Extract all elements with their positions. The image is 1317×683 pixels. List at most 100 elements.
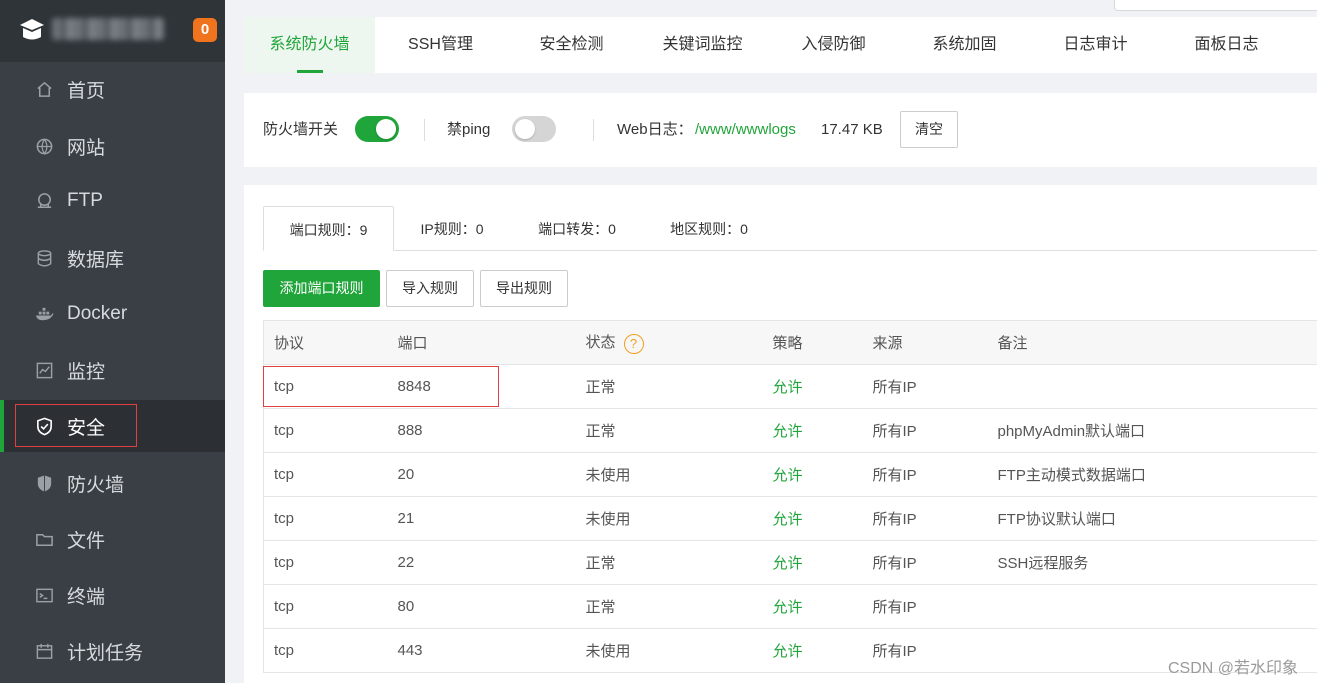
table-row[interactable]: tcp 22 正常 允许 所有IP SSH远程服务 bbox=[263, 540, 1317, 585]
sidebar-item-security[interactable]: 安全 bbox=[0, 400, 225, 452]
sidebar-item-monitor[interactable]: 监控 bbox=[0, 344, 225, 396]
sidebar-item-website[interactable]: 网站 bbox=[0, 120, 225, 172]
port-rules-table: 协议 端口 状态? 策略 来源 备注 tcp 8848 正常 允许 所有IP tcp 888… bbox=[263, 320, 1317, 673]
sidebar-item-label: 数据库 bbox=[67, 249, 125, 271]
port-cell: 80 bbox=[387, 584, 576, 629]
port-cell: 22 bbox=[387, 540, 576, 585]
sidebar-item-cron[interactable]: 计划任务 bbox=[0, 625, 225, 677]
policy-cell: 允许 bbox=[762, 364, 863, 409]
col-remark: 备注 bbox=[987, 320, 1317, 365]
tab-ssh[interactable]: SSH管理 bbox=[375, 17, 506, 73]
status-cell: 正常 bbox=[575, 408, 763, 453]
tab-keyword-monitor[interactable]: 关键词监控 bbox=[637, 17, 768, 73]
sidebar-item-files[interactable]: 文件 bbox=[0, 513, 225, 565]
port-cell: 443 bbox=[387, 628, 576, 673]
status-cell: 未使用 bbox=[575, 452, 763, 497]
shield-check-icon bbox=[34, 416, 54, 436]
protocol-cell: tcp bbox=[263, 540, 388, 585]
firewall-toggle[interactable] bbox=[355, 116, 399, 142]
source-cell: 所有IP bbox=[862, 628, 988, 673]
port-cell: 20 bbox=[387, 452, 576, 497]
sidebar-item-home[interactable]: 首页 bbox=[0, 63, 225, 115]
policy-cell: 允许 bbox=[762, 540, 863, 585]
clear-log-button[interactable]: 清空 bbox=[900, 111, 958, 148]
port-cell: 888 bbox=[387, 408, 576, 453]
sidebar-header: 0 bbox=[0, 0, 225, 62]
tab-system-firewall[interactable]: 系统防火墙 bbox=[244, 17, 375, 73]
notification-badge[interactable]: 0 bbox=[193, 18, 217, 42]
docker-icon bbox=[34, 304, 54, 324]
import-rules-button[interactable]: 导入规则 bbox=[386, 270, 474, 307]
tab-security-scan[interactable]: 安全检测 bbox=[506, 17, 637, 73]
firewall-shield-icon bbox=[34, 473, 54, 493]
sidebar-item-label: Docker bbox=[67, 303, 128, 324]
home-icon bbox=[34, 79, 54, 99]
help-icon[interactable]: ? bbox=[623, 333, 644, 354]
tab-panel-log[interactable]: 面板日志 bbox=[1161, 17, 1292, 73]
watermark: CSDN @若水印象 bbox=[1168, 660, 1299, 677]
sidebar-item-label: 监控 bbox=[67, 361, 106, 383]
table-row[interactable]: tcp 20 未使用 允许 所有IP FTP主动模式数据端口 bbox=[263, 452, 1317, 497]
sidebar: 0 首页 网站 FTP 数据库 Docker 监控 安全 防火墙 文件 终端 计… bbox=[0, 0, 225, 683]
tab-log-audit[interactable]: 日志审计 bbox=[1030, 17, 1161, 73]
add-port-rule-button[interactable]: 添加端口规则 bbox=[263, 270, 380, 307]
protocol-cell: tcp bbox=[263, 628, 388, 673]
sidebar-item-firewall[interactable]: 防火墙 bbox=[0, 457, 225, 509]
policy-cell: 允许 bbox=[762, 452, 863, 497]
source-cell: 所有IP bbox=[862, 540, 988, 585]
toggle-knob bbox=[376, 119, 396, 139]
protocol-cell: tcp bbox=[263, 452, 388, 497]
sidebar-item-label: 防火墙 bbox=[67, 474, 125, 496]
protocol-cell: tcp bbox=[263, 584, 388, 629]
col-source: 来源 bbox=[862, 320, 988, 365]
sidebar-item-label: FTP bbox=[67, 190, 103, 211]
table-body: tcp 8848 正常 允许 所有IP tcp 888 正常 允许 所有IP phpMyAdmin默… bbox=[263, 364, 1317, 673]
monitor-icon bbox=[34, 360, 54, 380]
col-status: 状态? bbox=[575, 320, 763, 365]
policy-cell: 允许 bbox=[762, 584, 863, 629]
subtab-port-forward[interactable]: 端口转发：0 bbox=[522, 206, 632, 251]
port-cell: 8848 bbox=[387, 364, 576, 409]
ping-toggle[interactable] bbox=[512, 116, 556, 142]
status-cell: 正常 bbox=[575, 540, 763, 585]
col-protocol: 协议 bbox=[263, 320, 388, 365]
subtab-port-rules[interactable]: 端口规则：9 bbox=[263, 206, 394, 251]
tab-intrusion-defense[interactable]: 入侵防御 bbox=[768, 17, 899, 73]
sidebar-item-docker[interactable]: Docker bbox=[0, 288, 225, 340]
status-cell: 正常 bbox=[575, 364, 763, 409]
subtab-region-rules[interactable]: 地区规则：0 bbox=[654, 206, 764, 251]
table-row[interactable]: tcp 80 正常 允许 所有IP bbox=[263, 584, 1317, 629]
source-cell: 所有IP bbox=[862, 496, 988, 541]
toggle-knob bbox=[515, 119, 535, 139]
table-row[interactable]: tcp 888 正常 允许 所有IP phpMyAdmin默认端口 bbox=[263, 408, 1317, 453]
terminal-icon bbox=[34, 585, 54, 605]
status-cell: 未使用 bbox=[575, 496, 763, 541]
weblog-path-link[interactable]: /www/wwwlogs bbox=[695, 93, 796, 167]
sidebar-item-terminal[interactable]: 终端 bbox=[0, 569, 225, 621]
source-cell: 所有IP bbox=[862, 364, 988, 409]
export-rules-button[interactable]: 导出规则 bbox=[480, 270, 568, 307]
status-cell: 未使用 bbox=[575, 628, 763, 673]
rules-panel: 端口规则：9 IP规则：0 端口转发：0 地区规则：0 添加端口规则 导入规则 … bbox=[244, 185, 1317, 683]
sidebar-item-ftp[interactable]: FTP bbox=[0, 175, 225, 227]
col-port: 端口 bbox=[387, 320, 576, 365]
table-row[interactable]: tcp 8848 正常 允许 所有IP bbox=[263, 364, 1317, 409]
sidebar-item-label: 计划任务 bbox=[67, 642, 144, 664]
sidebar-item-database[interactable]: 数据库 bbox=[0, 232, 225, 284]
weblog-label: Web日志： bbox=[617, 121, 693, 138]
table-row[interactable]: tcp 21 未使用 允许 所有IP FTP协议默认端口 bbox=[263, 496, 1317, 541]
sidebar-item-label: 安全 bbox=[67, 417, 106, 439]
status-cell: 正常 bbox=[575, 584, 763, 629]
divider bbox=[424, 119, 425, 141]
sidebar-item-label: 终端 bbox=[67, 586, 106, 608]
tab-system-hardening[interactable]: 系统加固 bbox=[899, 17, 1030, 73]
policy-cell: 允许 bbox=[762, 408, 863, 453]
ping-label: 禁ping bbox=[447, 121, 491, 138]
subtab-ip-rules[interactable]: IP规则：0 bbox=[402, 206, 502, 251]
col-policy: 策略 bbox=[762, 320, 863, 365]
table-row[interactable]: tcp 443 未使用 允许 所有IP bbox=[263, 628, 1317, 673]
logo-icon bbox=[20, 19, 44, 40]
policy-cell: 允许 bbox=[762, 496, 863, 541]
remark-cell: SSH远程服务 bbox=[987, 540, 1317, 585]
protocol-cell: tcp bbox=[263, 496, 388, 541]
